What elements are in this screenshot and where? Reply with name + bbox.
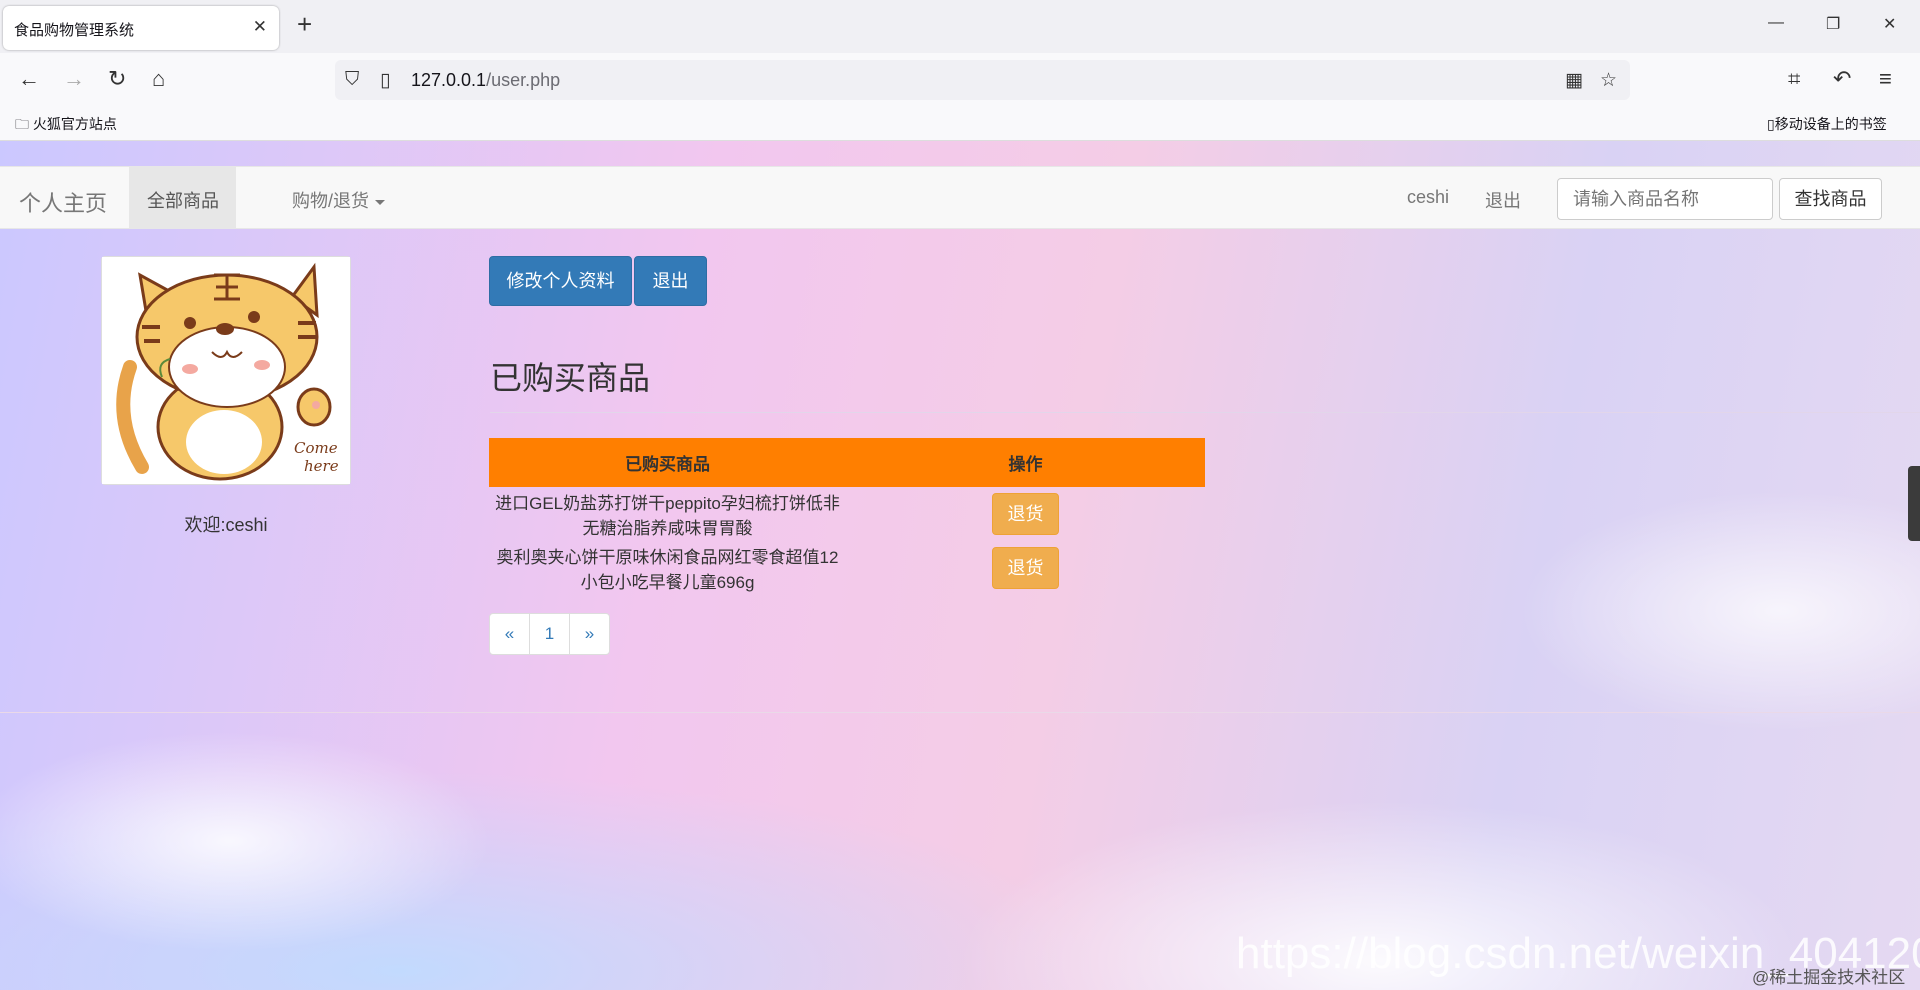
page-icon: ▯ xyxy=(380,70,391,91)
crop-icon[interactable]: ⌗ xyxy=(1788,67,1800,91)
shield-icon[interactable]: ⛉ xyxy=(345,69,359,91)
return-button[interactable]: 退货 xyxy=(992,493,1059,535)
edit-profile-button[interactable]: 修改个人资料 xyxy=(489,256,632,306)
menu-icon[interactable]: ≡ xyxy=(1879,67,1892,91)
bookmarks-bar: 🗀 火狐官方站点 ▯移动设备上的书签 xyxy=(0,108,1920,141)
undo-icon[interactable]: ↶ xyxy=(1833,67,1851,91)
pagination-next[interactable]: » xyxy=(569,613,610,655)
goods-name-line: 奥利奥夹心饼干原味休闲食品网红零食超值12 xyxy=(496,548,839,567)
table-header-row: 已购买商品 操作 xyxy=(489,438,1205,487)
bookmark-folder-firefox[interactable]: 🗀 火狐官方站点 xyxy=(15,114,117,138)
url-bar[interactable]: ⛉ ▯ 127.0.0.1/user.php ▦ ☆ xyxy=(335,60,1630,100)
bookmark-mobile[interactable]: ▯移动设备上的书签 xyxy=(1767,114,1887,134)
mobile-icon: ▯ xyxy=(1767,116,1775,132)
side-scroll-handle[interactable] xyxy=(1908,466,1920,541)
logout-button[interactable]: 退出 xyxy=(634,256,707,306)
table-row: 奥利奥夹心饼干原味休闲食品网红零食超值12 小包小吃早餐儿童696g 退货 xyxy=(489,541,1205,595)
home-icon[interactable]: ⌂ xyxy=(152,67,165,91)
tab-close-icon[interactable]: ✕ xyxy=(253,17,267,37)
reload-icon[interactable]: ↻ xyxy=(108,67,126,91)
restore-icon[interactable]: ❐ xyxy=(1826,14,1840,34)
nav-label: 全部商品 xyxy=(147,191,219,211)
tiger-avatar-image: Come here xyxy=(102,257,350,484)
page-title: 已购买商品 xyxy=(490,360,651,396)
pagination: « 1 » xyxy=(489,613,610,655)
watermark-site: @稀土掘金技术社区 xyxy=(1752,968,1906,987)
qr-code-icon[interactable]: ▦ xyxy=(1565,69,1583,92)
page-content: 个人主页 全部商品 购物/退货 ceshi 退出 查找商品 xyxy=(0,141,1920,990)
column-header-action: 操作 xyxy=(846,438,1205,487)
nav-username[interactable]: ceshi xyxy=(1407,187,1449,208)
bookmark-star-icon[interactable]: ☆ xyxy=(1600,69,1617,92)
bookmark-label: 移动设备上的书签 xyxy=(1774,116,1887,132)
minimize-icon[interactable]: — xyxy=(1768,14,1784,32)
action-cell: 退货 xyxy=(846,541,1205,595)
pagination-page[interactable]: 1 xyxy=(529,613,570,655)
search-button[interactable]: 查找商品 xyxy=(1779,178,1882,220)
browser-toolbar: ← → ↻ ⌂ ⛉ ▯ 127.0.0.1/user.php ▦ ☆ ⌗ ↶ ≡ xyxy=(0,53,1920,108)
svg-text:Come: Come xyxy=(294,439,338,457)
divider xyxy=(490,412,1920,413)
footer-divider xyxy=(0,712,1920,713)
browser-tab-bar: 食品购物管理系统 ✕ + — ❐ ✕ xyxy=(0,0,1920,53)
goods-name-line: 进口GEL奶盐苏打饼干peppito孕妇梳打饼低非 xyxy=(495,494,840,513)
brand-link[interactable]: 个人主页 xyxy=(19,186,107,218)
goods-name-line: 小包小吃早餐儿童696g xyxy=(580,573,755,592)
nav-logout[interactable]: 退出 xyxy=(1485,187,1521,213)
action-cell: 退货 xyxy=(846,487,1205,541)
window-close-icon[interactable]: ✕ xyxy=(1883,14,1896,34)
table-row: 进口GEL奶盐苏打饼干peppito孕妇梳打饼低非 无糖治脂养咸味胃胃酸 退货 xyxy=(489,487,1205,541)
pagination-prev[interactable]: « xyxy=(489,613,530,655)
nav-item-all-goods[interactable]: 全部商品 xyxy=(129,167,236,228)
back-icon[interactable]: ← xyxy=(18,67,40,91)
nav-label: 购物/退货 xyxy=(292,191,370,211)
return-button[interactable]: 退货 xyxy=(992,547,1059,589)
purchased-table: 已购买商品 操作 进口GEL奶盐苏打饼干peppito孕妇梳打饼低非 无糖治脂养… xyxy=(489,438,1205,595)
column-header-goods: 已购买商品 xyxy=(489,438,846,487)
browser-tab[interactable]: 食品购物管理系统 ✕ xyxy=(3,6,279,50)
url-text[interactable]: 127.0.0.1/user.php xyxy=(411,70,560,91)
goods-name-line: 无糖治脂养咸味胃胃酸 xyxy=(582,519,753,538)
welcome-text: 欢迎:ceshi xyxy=(184,515,268,535)
bookmark-label: 火狐官方站点 xyxy=(32,116,117,132)
forward-icon[interactable]: → xyxy=(63,67,85,91)
new-tab-button[interactable]: + xyxy=(297,11,312,37)
goods-name: 奥利奥夹心饼干原味休闲食品网红零食超值12 小包小吃早餐儿童696g xyxy=(489,541,846,595)
caret-down-icon xyxy=(375,199,386,205)
goods-name: 进口GEL奶盐苏打饼干peppito孕妇梳打饼低非 无糖治脂养咸味胃胃酸 xyxy=(489,487,846,541)
svg-text:here: here xyxy=(304,457,339,475)
nav-item-shop-return[interactable]: 购物/退货 xyxy=(292,187,386,213)
site-navbar: 个人主页 全部商品 购物/退货 ceshi 退出 查找商品 xyxy=(0,166,1920,229)
url-path: /user.php xyxy=(486,70,561,90)
tab-title: 食品购物管理系统 xyxy=(14,22,135,39)
search-input[interactable] xyxy=(1557,178,1773,220)
url-host: 127.0.0.1 xyxy=(411,70,487,90)
avatar: Come here xyxy=(101,256,351,485)
folder-icon: 🗀 xyxy=(15,116,29,132)
